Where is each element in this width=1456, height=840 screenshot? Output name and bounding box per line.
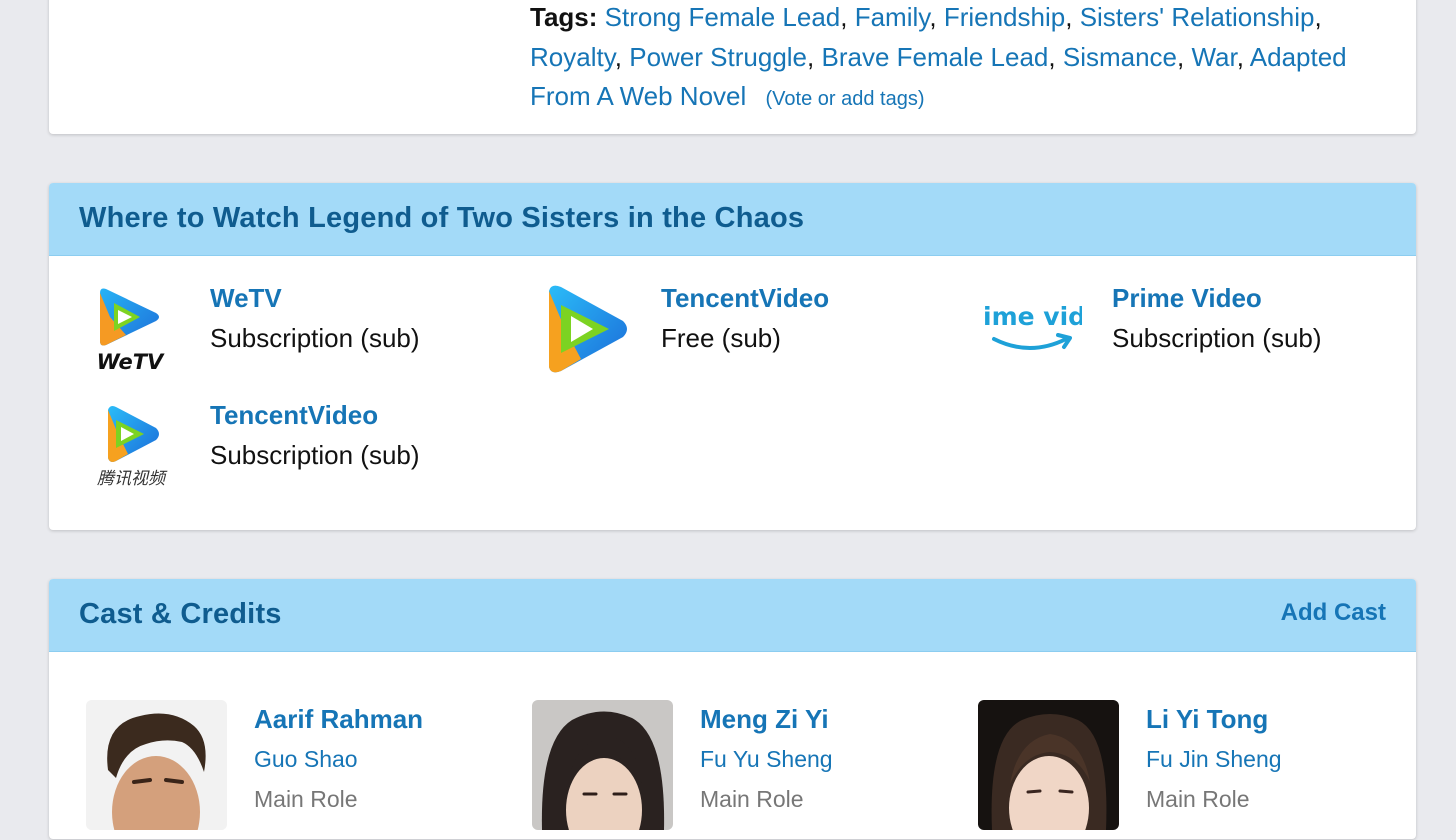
cast-member[interactable]: Aarif Rahman Guo Shao Main Role bbox=[86, 700, 526, 840]
add-cast-button[interactable]: Add Cast bbox=[1281, 599, 1386, 627]
cast-character[interactable]: Guo Shao bbox=[254, 746, 358, 773]
where-to-watch-title: Where to Watch Legend of Two Sisters in … bbox=[79, 202, 805, 234]
tag-link[interactable]: War bbox=[1191, 42, 1236, 72]
provider-name[interactable]: TencentVideo bbox=[210, 400, 378, 431]
where-to-watch-header: Where to Watch Legend of Two Sisters in … bbox=[49, 183, 1416, 256]
cast-character[interactable]: Fu Jin Sheng bbox=[1146, 746, 1282, 773]
provider-tencentvideo-free[interactable]: TencentVideo Free (sub) bbox=[531, 283, 971, 393]
cast-role-type: Main Role bbox=[254, 786, 358, 812]
cast-credits-card: Cast & Credits Add Cast Aarif Rahman Guo… bbox=[49, 579, 1416, 839]
tag-link[interactable]: Power Struggle bbox=[629, 42, 807, 72]
where-to-watch-card: Where to Watch Legend of Two Sisters in … bbox=[49, 183, 1416, 530]
tag-link[interactable]: Strong Female Lead bbox=[605, 2, 841, 32]
cast-photo-avatar[interactable] bbox=[532, 700, 673, 830]
provider-wetv[interactable]: WeTV WeTV Subscription (sub) bbox=[80, 283, 520, 393]
provider-name[interactable]: WeTV bbox=[210, 283, 282, 314]
cast-name[interactable]: Meng Zi Yi bbox=[700, 704, 829, 735]
tag-link[interactable]: Family bbox=[855, 2, 930, 32]
cast-photo-avatar[interactable] bbox=[86, 700, 227, 830]
wetv-logo-text: WeTV bbox=[97, 350, 165, 374]
prime-video-logo-icon[interactable]: ime vide bbox=[982, 283, 1084, 375]
cast-name[interactable]: Li Yi Tong bbox=[1146, 704, 1268, 735]
provider-name[interactable]: TencentVideo bbox=[661, 283, 829, 314]
provider-type: Free (sub) bbox=[661, 323, 781, 353]
tencent-video-cn-logo-icon[interactable]: 腾讯视频 bbox=[80, 400, 182, 492]
tag-link[interactable]: Royalty bbox=[530, 42, 615, 72]
cast-character[interactable]: Fu Yu Sheng bbox=[700, 746, 833, 773]
tencent-video-logo-icon[interactable] bbox=[531, 283, 633, 375]
cast-credits-header: Cast & Credits Add Cast bbox=[49, 579, 1416, 652]
cast-member[interactable]: Meng Zi Yi Fu Yu Sheng Main Role bbox=[532, 700, 972, 840]
provider-prime-video[interactable]: ime vide Prime Video Subscription (sub) bbox=[982, 283, 1422, 393]
tags-card: Tags: Strong Female Lead, Family, Friend… bbox=[49, 0, 1416, 134]
tags-list: Tags: Strong Female Lead, Family, Friend… bbox=[530, 2, 1347, 111]
tag-link[interactable]: Sismance bbox=[1063, 42, 1177, 72]
cast-role-type: Main Role bbox=[1146, 786, 1250, 812]
tencent-cn-logo-text: 腾讯视频 bbox=[97, 469, 168, 489]
provider-type: Subscription (sub) bbox=[210, 323, 420, 353]
tag-link[interactable]: Sisters' Relationship bbox=[1080, 2, 1315, 32]
provider-type: Subscription (sub) bbox=[1112, 323, 1322, 353]
cast-credits-title: Cast & Credits bbox=[79, 598, 282, 630]
provider-name[interactable]: Prime Video bbox=[1112, 283, 1262, 314]
cast-photo-avatar[interactable] bbox=[978, 700, 1119, 830]
vote-add-tags-link[interactable]: (Vote or add tags) bbox=[766, 88, 925, 110]
prime-logo-text: ime vide bbox=[983, 302, 1084, 331]
cast-member[interactable]: Li Yi Tong Fu Jin Sheng Main Role bbox=[978, 700, 1418, 840]
provider-type: Subscription (sub) bbox=[210, 440, 420, 470]
tag-link[interactable]: Friendship bbox=[944, 2, 1065, 32]
tags-label: Tags: bbox=[530, 2, 598, 32]
tag-link[interactable]: Brave Female Lead bbox=[821, 42, 1048, 72]
cast-role-type: Main Role bbox=[700, 786, 804, 812]
wetv-logo-icon[interactable]: WeTV bbox=[80, 283, 182, 375]
provider-tencentvideo-sub[interactable]: 腾讯视频 TencentVideo Subscription (sub) bbox=[80, 400, 520, 510]
cast-name[interactable]: Aarif Rahman bbox=[254, 704, 423, 735]
